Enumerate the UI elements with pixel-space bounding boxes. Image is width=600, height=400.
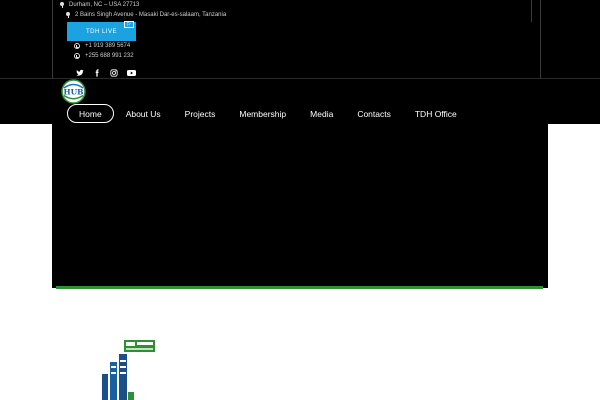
hero-banner [52, 124, 548, 288]
phone-icon [74, 53, 80, 59]
nav-item-home[interactable]: Home [67, 104, 114, 123]
divider [540, 0, 541, 78]
nav-item-media[interactable]: Media [298, 104, 345, 123]
nav-item-contacts[interactable]: Contacts [345, 104, 403, 123]
facebook-icon[interactable] [93, 64, 101, 77]
social-links [76, 64, 136, 77]
tdh-live-label: TDH LIVE [85, 28, 117, 35]
hub-logo[interactable]: HUB [61, 79, 86, 104]
instagram-icon[interactable] [110, 64, 118, 77]
twitter-icon[interactable] [76, 64, 84, 76]
location-pin-icon [66, 12, 70, 18]
youtube-icon[interactable] [127, 64, 136, 76]
divider [52, 0, 53, 78]
location-pin-icon [60, 2, 64, 8]
main-nav: Home About Us Projects Membership Media … [67, 104, 469, 123]
nav-item-about-us[interactable]: About Us [114, 104, 173, 123]
divider [0, 78, 600, 79]
address-tz-text: 2 Bains Singh Avenue - Masaki Dar-es-sal… [75, 12, 227, 18]
phone-tz[interactable]: +255 688 991 232 [74, 53, 134, 59]
nav-item-membership[interactable]: Membership [227, 104, 298, 123]
address-us: Durham, NC – USA 27713 [60, 2, 139, 8]
address-tz: 2 Bains Singh Avenue - Masaki Dar-es-sal… [66, 12, 226, 18]
building-icon [100, 352, 134, 400]
nav-item-projects[interactable]: Projects [173, 104, 228, 123]
top-header: Durham, NC – USA 27713 2 Bains Singh Ave… [0, 0, 600, 124]
phone-us-text: +1 919 389 5674 [85, 43, 131, 49]
address-us-text: Durham, NC – USA 27713 [69, 2, 140, 8]
phone-us[interactable]: +1 919 389 5674 [74, 43, 130, 49]
play-icon: ▷ [124, 21, 134, 28]
divider [531, 0, 532, 22]
phone-tz-text: +255 688 991 232 [85, 53, 134, 59]
nav-item-tdh-office[interactable]: TDH Office [403, 104, 469, 123]
partner-logo [124, 339, 155, 352]
hero-accent-bar [56, 286, 543, 289]
logo-text: HUB [64, 88, 84, 97]
phone-icon [74, 43, 80, 49]
